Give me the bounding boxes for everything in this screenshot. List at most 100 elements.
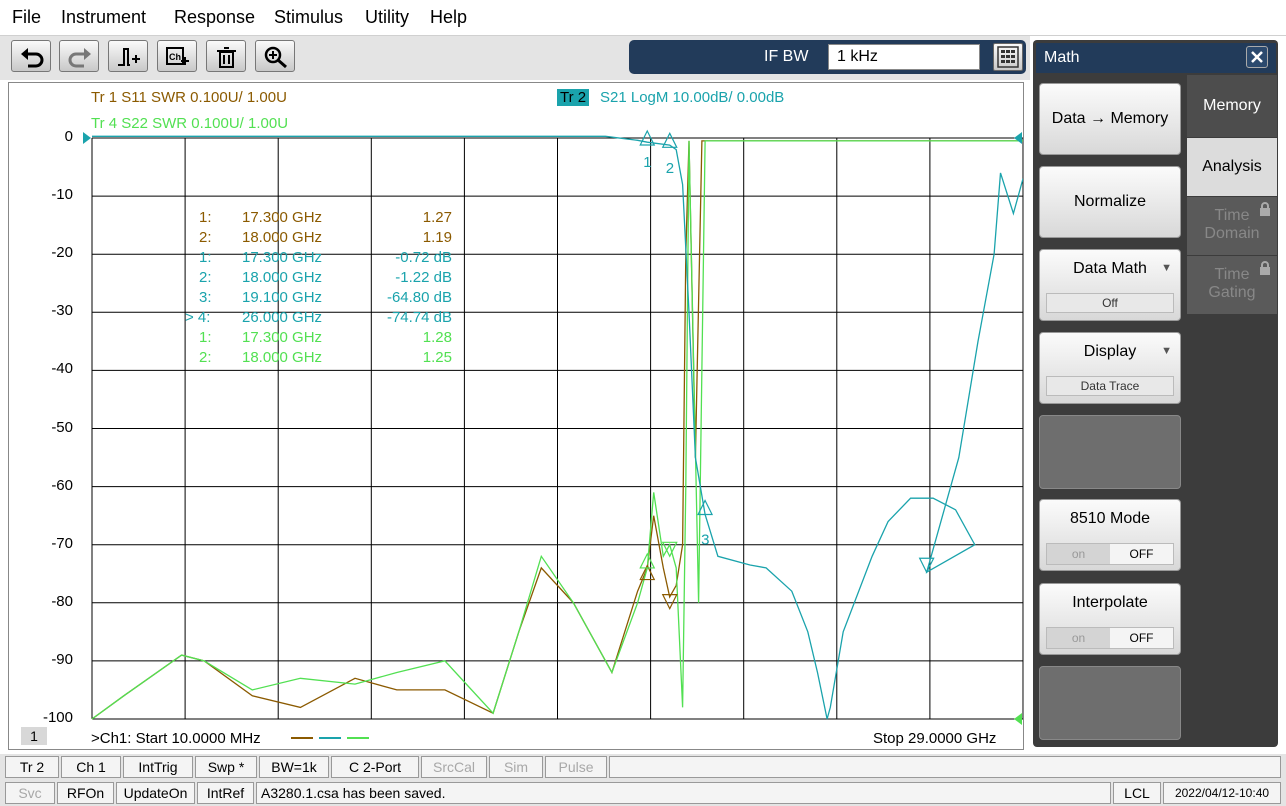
- marker-label-2: 2: [666, 160, 674, 177]
- marker-label-1: 1: [643, 154, 651, 171]
- toggle-off: OFF: [1110, 544, 1173, 564]
- status-trace[interactable]: Tr 2: [5, 756, 59, 778]
- tab-time-gating[interactable]: Time Gating: [1187, 256, 1277, 314]
- marker-row-value: -1.22 dB: [395, 269, 452, 286]
- status-channel[interactable]: Ch 1: [61, 756, 121, 778]
- display-button[interactable]: Display ▼ Data Trace: [1039, 332, 1181, 404]
- menu-stimulus[interactable]: Stimulus: [274, 7, 343, 28]
- reference-arrow-left: [83, 132, 91, 144]
- channel-number[interactable]: 1: [21, 727, 47, 745]
- menu-instrument[interactable]: Instrument: [61, 7, 146, 28]
- status-updateon[interactable]: UpdateOn: [116, 782, 195, 804]
- data-math-label: Data Math: [1073, 260, 1147, 277]
- panel-title: Math: [1044, 49, 1080, 66]
- close-icon: [1251, 51, 1263, 63]
- zoom-in-icon: [264, 46, 287, 69]
- panel-header: Math: [1036, 43, 1276, 73]
- status-lcl[interactable]: LCL: [1113, 782, 1161, 804]
- status-empty: [609, 756, 1281, 778]
- marker-row-value: 1.28: [422, 329, 452, 346]
- marker-row-frequency: 17.300 GHz: [242, 249, 323, 266]
- interpolate-toggle[interactable]: on OFF: [1046, 627, 1174, 649]
- data-math-button[interactable]: Data Math ▼ Off: [1039, 249, 1181, 321]
- keypad-icon: [997, 46, 1019, 68]
- lock-icon: [1260, 202, 1270, 216]
- panel-close-button[interactable]: [1246, 46, 1268, 68]
- undo-button[interactable]: [11, 40, 51, 72]
- marker-row-frequency: 18.000 GHz: [242, 269, 323, 286]
- tab-memory[interactable]: Memory: [1187, 75, 1277, 137]
- keypad-button[interactable]: [993, 43, 1023, 71]
- marker-row-id: 2:: [199, 269, 212, 286]
- display-value: Data Trace: [1046, 376, 1174, 396]
- marker-row-id: 1:: [199, 209, 212, 226]
- status-intref[interactable]: IntRef: [197, 782, 254, 804]
- status-srccal[interactable]: SrcCal: [421, 756, 487, 778]
- chevron-down-icon: ▼: [1161, 345, 1172, 357]
- marker-row-value: -74.74 dB: [386, 309, 452, 326]
- status-datetime: 2022/04/12-10:40: [1163, 782, 1281, 804]
- marker-row-frequency: 17.300 GHz: [242, 329, 323, 346]
- menu-utility[interactable]: Utility: [365, 7, 409, 28]
- menu-bar: File Instrument Response Stimulus Utilit…: [0, 0, 1286, 36]
- grid: [91, 137, 1023, 720]
- chevron-down-icon: ▼: [1161, 262, 1172, 274]
- marker-row-id: > 4:: [185, 309, 211, 326]
- status-trigger[interactable]: IntTrig: [123, 756, 193, 778]
- svg-text:Ch: Ch: [169, 52, 181, 62]
- ifbw-label: IF BW: [764, 48, 809, 65]
- toggle-on: on: [1047, 544, 1110, 564]
- chart-window: Tr 1 S11 SWR 0.100U/ 1.00U Tr 2 S21 LogM…: [8, 82, 1024, 750]
- menu-response[interactable]: Response: [174, 7, 255, 28]
- normalize-button[interactable]: Normalize: [1039, 166, 1181, 238]
- reference-arrow-right: [1014, 132, 1022, 144]
- empty-softkey: [1039, 415, 1181, 489]
- lock-icon: [1260, 261, 1270, 275]
- data-to-memory-label: Data → Memory: [1051, 110, 1169, 127]
- marker-row-frequency: 19.100 GHz: [242, 289, 323, 306]
- marker-row-frequency: 17.300 GHz: [242, 209, 323, 226]
- redo-button[interactable]: [59, 40, 99, 72]
- marker-row-id: 2:: [199, 349, 212, 366]
- stop-label[interactable]: Stop 29.0000 GHz: [873, 730, 996, 747]
- add-marker-button[interactable]: [108, 40, 148, 72]
- data-math-value: Off: [1046, 293, 1174, 313]
- status-bar-channel: Tr 2 Ch 1 IntTrig Swp * BW=1k C 2-Port S…: [0, 754, 1286, 780]
- menu-help[interactable]: Help: [430, 7, 467, 28]
- toggle-on: on: [1047, 628, 1110, 648]
- redo-arrow-icon: [68, 48, 91, 68]
- status-pulse[interactable]: Pulse: [545, 756, 607, 778]
- mode-8510-toggle[interactable]: on OFF: [1046, 543, 1174, 565]
- display-label: Display: [1083, 343, 1137, 360]
- plot-area[interactable]: 1 23: [9, 83, 1023, 749]
- mode-8510-label: 8510 Mode: [1069, 510, 1151, 527]
- menu-file[interactable]: File: [12, 7, 41, 28]
- status-sweep[interactable]: Swp *: [195, 756, 257, 778]
- marker-row-id: 3:: [199, 289, 212, 306]
- marker-row-id: 2:: [199, 229, 212, 246]
- start-label[interactable]: >Ch1: Start 10.0000 MHz: [91, 730, 261, 747]
- tab-analysis[interactable]: Analysis: [1187, 138, 1277, 196]
- trash-icon: [217, 47, 236, 68]
- marker-label-3: 3: [701, 532, 709, 549]
- mode-8510-button[interactable]: 8510 Mode on OFF: [1039, 499, 1181, 571]
- data-to-memory-button[interactable]: Data → Memory: [1039, 83, 1181, 155]
- zoom-button[interactable]: [255, 40, 295, 72]
- tab-time-domain[interactable]: Time Domain: [1187, 197, 1277, 255]
- ifbw-input[interactable]: 1 kHz: [828, 44, 980, 70]
- undo-arrow-icon: [21, 48, 44, 68]
- marker-row-id: 1:: [199, 329, 212, 346]
- interpolate-button[interactable]: Interpolate on OFF: [1039, 583, 1181, 655]
- status-bandwidth[interactable]: BW=1k: [259, 756, 329, 778]
- delete-button[interactable]: [206, 40, 246, 72]
- reference-arrow-s22: [1014, 713, 1022, 725]
- status-svc[interactable]: Svc: [5, 782, 55, 804]
- add-channel-button[interactable]: Ch: [157, 40, 197, 72]
- marker-row-frequency: 18.000 GHz: [242, 229, 323, 246]
- status-message: A3280.1.csa has been saved.: [256, 782, 1111, 804]
- status-sim[interactable]: Sim: [489, 756, 543, 778]
- toggle-off: OFF: [1110, 628, 1173, 648]
- status-rfon[interactable]: RFOn: [57, 782, 114, 804]
- status-cal[interactable]: C 2-Port: [331, 756, 419, 778]
- tab-time-gating-label: Time Gating: [1208, 266, 1256, 301]
